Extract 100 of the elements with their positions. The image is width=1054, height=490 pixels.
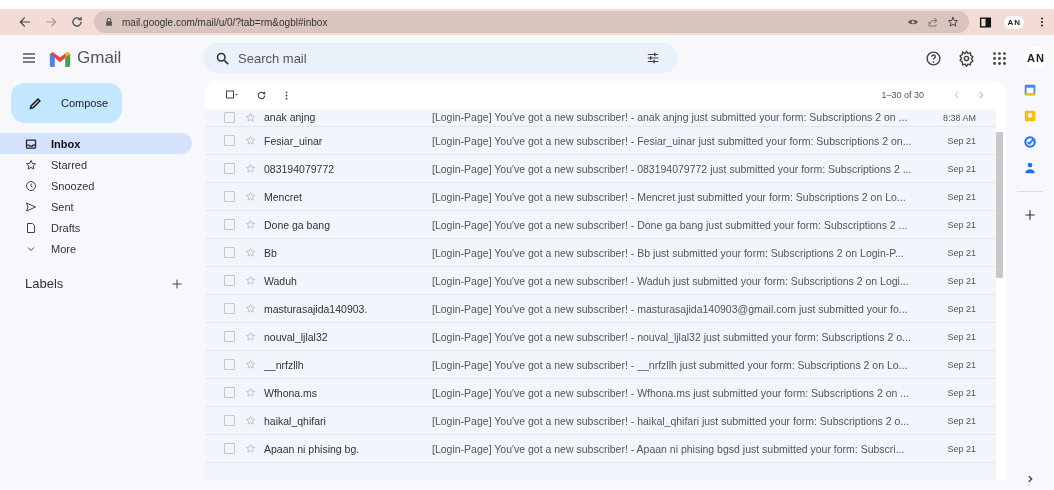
email-row[interactable]: Wfhona.ms [Login-Page] You've got a new subscriber! - Wfhona.ms just submitted your form: Subscriptions 2 on ... Sep 21 xyxy=(205,379,996,407)
email-row[interactable]: nouval_ljlal32 [Login-Page] You've got a new subscriber! - nouval_ljlal32 just submitted your form: Subscriptions 2 o... Sep 21 xyxy=(205,323,996,351)
email-subject: [Login-Page] You've got a new subscriber! - Done ga bang just submitted your form: Subscriptions 2 ... xyxy=(432,218,909,231)
sender-name: Fesiar_uinar xyxy=(264,134,324,147)
filter-sliders-icon[interactable] xyxy=(646,51,660,65)
star-icon[interactable] xyxy=(245,247,256,258)
email-row[interactable]: Done ga bang [Login-Page] You've got a new subscriber! - Done ga bang just submitted your form: Subscriptions 2 ... Sep 21 xyxy=(205,211,996,239)
note-icon[interactable] xyxy=(1023,109,1037,123)
compose-button[interactable]: Compose xyxy=(11,83,122,123)
email-subject: [Login-Page] You've got a new subscriber! - 083194079772 just submitted your form: Subscriptions 2 ... xyxy=(432,162,913,175)
send-icon xyxy=(25,200,37,213)
email-row[interactable]: masturasajida140903. [Login-Page] You've got a new subscriber! - masturasajida140903@gmail.com just submitted your fo... Sep 21 xyxy=(205,295,996,323)
star-icon[interactable] xyxy=(245,112,256,123)
checkbox[interactable] xyxy=(224,359,235,370)
help-icon[interactable] xyxy=(925,49,943,67)
gmail-logo[interactable]: Gmail xyxy=(49,48,122,68)
checkbox[interactable] xyxy=(224,163,235,174)
checkbox[interactable] xyxy=(224,387,235,398)
star-icon[interactable] xyxy=(245,219,256,230)
sender-name: Done ga bang xyxy=(264,218,331,231)
add-label-icon[interactable] xyxy=(171,277,183,290)
email-row[interactable]: Waduh [Login-Page] You've got a new subscriber! - Waduh just submitted your form: Subscriptions 2 on Logi... Sep 21 xyxy=(205,267,996,295)
star-icon[interactable] xyxy=(245,387,256,398)
email-row[interactable]: 083194079772 [Login-Page] You've got a new subscriber! - 083194079772 just submitted your form: Subscriptions 2 ... Sep 21 xyxy=(205,155,996,183)
email-subject: [Login-Page] You've got a new subscriber! - Apaan ni phising bgsd just submitted your form: Subscri... xyxy=(432,442,906,455)
scrollbar[interactable] xyxy=(996,132,1003,278)
email-row[interactable]: Mencret [Login-Page] You've got a new subscriber! - Mencret just submitted your form: Subscriptions 2 on Lo... Sep 21 xyxy=(205,183,996,211)
star-icon[interactable] xyxy=(245,191,256,202)
checkbox[interactable] xyxy=(224,247,235,258)
checkbox[interactable] xyxy=(224,191,235,202)
email-date: Sep 21 xyxy=(946,415,977,426)
email-subject: [Login-Page] You've got a new subscriber! - __nrfzllh just submitted your form: Subscriptions 2 on Lo... xyxy=(432,358,909,371)
nav-item[interactable]: Drafts xyxy=(0,217,192,238)
email-row[interactable]: haikal_qhifari [Login-Page] You've got a new subscriber! - haikal_qhifari just submitted your form: Subscriptions 2 o... Sep 21 xyxy=(205,407,996,435)
email-subject: [Login-Page] You've got a new subscriber! - masturasajida140903@gmail.com just submitted your fo... xyxy=(432,302,909,315)
email-subject: [Login-Page] You've got a new subscriber! - Fesiar_uinar just submitted your form: Subscriptions 2 on... xyxy=(432,134,913,147)
star-icon[interactable] xyxy=(245,331,256,342)
nav-item[interactable]: Snoozed xyxy=(0,175,192,196)
address-bar[interactable]: mail.google.com/mail/u/0/?tab=rm&ogbl#inbox xyxy=(94,11,970,33)
search-icon[interactable] xyxy=(215,51,230,66)
email-date: 8:38 AM xyxy=(941,113,977,123)
star-icon[interactable] xyxy=(245,443,256,454)
star-icon[interactable] xyxy=(245,275,256,286)
person-icon[interactable] xyxy=(1023,161,1037,175)
checkbox[interactable] xyxy=(224,135,235,146)
sender-name: Mencret xyxy=(264,190,303,203)
email-subject: [Login-Page] You've got a new subscriber! - Wfhona.ms just submitted your form: Subscriptions 2 on ... xyxy=(432,386,911,399)
nav-item[interactable]: Starred xyxy=(0,154,192,175)
share-icon[interactable] xyxy=(927,16,940,28)
side-panel-icon[interactable] xyxy=(979,15,993,29)
email-row[interactable]: anak anjng [Login-Page] You've got a new subscriber! - anak anjng just submitted your form: Subscriptions 2 on ... 8:38 AM xyxy=(205,109,996,127)
previous-page-icon[interactable] xyxy=(952,90,962,100)
checkmark-circle-icon[interactable] xyxy=(1023,135,1037,149)
star-icon[interactable] xyxy=(245,163,256,174)
back-arrow-icon[interactable] xyxy=(18,15,32,29)
sender-name: 083194079772 xyxy=(264,162,336,175)
reload-icon[interactable] xyxy=(70,15,84,29)
checkbox[interactable] xyxy=(224,112,235,123)
settings-icon[interactable] xyxy=(958,49,976,67)
email-date: Sep 21 xyxy=(946,219,977,230)
checkbox[interactable] xyxy=(224,303,235,314)
menu-icon[interactable] xyxy=(21,50,37,66)
search-field[interactable]: Search mail xyxy=(203,43,678,73)
email-row[interactable] xyxy=(205,463,996,480)
email-row[interactable]: __nrfzllh [Login-Page] You've got a new subscriber! - __nrfzllh just submitted your form: Subscriptions 2 on Lo... Sep 21 xyxy=(205,351,996,379)
checkbox[interactable] xyxy=(224,275,235,286)
labels-heading: Labels xyxy=(25,276,64,291)
checkbox[interactable] xyxy=(224,415,235,426)
apps-grid-icon[interactable] xyxy=(991,49,1009,67)
forward-arrow-icon[interactable] xyxy=(44,15,58,29)
refresh-icon[interactable] xyxy=(256,89,267,101)
account-avatar[interactable]: AN xyxy=(1024,47,1048,69)
email-row[interactable]: Apaan ni phising bg. [Login-Page] You've got a new subscriber! - Apaan ni phising bgsd just submitted your form: Subscri... Sep 21 xyxy=(205,435,996,463)
add-icon[interactable] xyxy=(1023,208,1037,222)
checkbox[interactable] xyxy=(224,443,235,454)
email-row[interactable]: Fesiar_uinar [Login-Page] You've got a new subscriber! - Fesiar_uinar just submitted your form: Subscriptions 2 on... Sep 21 xyxy=(205,127,996,155)
checkbox[interactable] xyxy=(224,219,235,230)
star-icon[interactable] xyxy=(947,16,960,28)
star-icon[interactable] xyxy=(245,135,256,146)
star-icon[interactable] xyxy=(245,303,256,314)
sender-name: haikal_qhifari xyxy=(264,414,327,427)
expand-chevron-icon[interactable] xyxy=(1025,474,1035,484)
email-date: Sep 21 xyxy=(946,191,977,202)
calendar-icon[interactable] xyxy=(1023,83,1037,97)
email-date: Sep 21 xyxy=(946,387,977,398)
star-icon[interactable] xyxy=(245,359,256,370)
email-date: Sep 21 xyxy=(946,443,977,454)
email-date: Sep 21 xyxy=(946,135,977,146)
email-date: Sep 21 xyxy=(946,331,977,342)
checkbox[interactable] xyxy=(224,331,235,342)
star-icon[interactable] xyxy=(245,415,256,426)
email-row[interactable]: Bb [Login-Page] You've got a new subscriber! - Bb just submitted your form: Subscriptions 2 on Login-P... Sep 21 xyxy=(205,239,996,267)
next-page-icon[interactable] xyxy=(976,90,986,100)
lock-icon xyxy=(104,17,114,27)
sender-name: __nrfzllh xyxy=(264,358,305,371)
nav-item[interactable]: Sent xyxy=(0,196,192,217)
nav-item[interactable]: More xyxy=(0,238,192,259)
profile-avatar[interactable]: AN xyxy=(1004,15,1024,29)
nav-item[interactable]: Inbox xyxy=(0,133,192,154)
sender-name: Wfhona.ms xyxy=(264,386,319,399)
